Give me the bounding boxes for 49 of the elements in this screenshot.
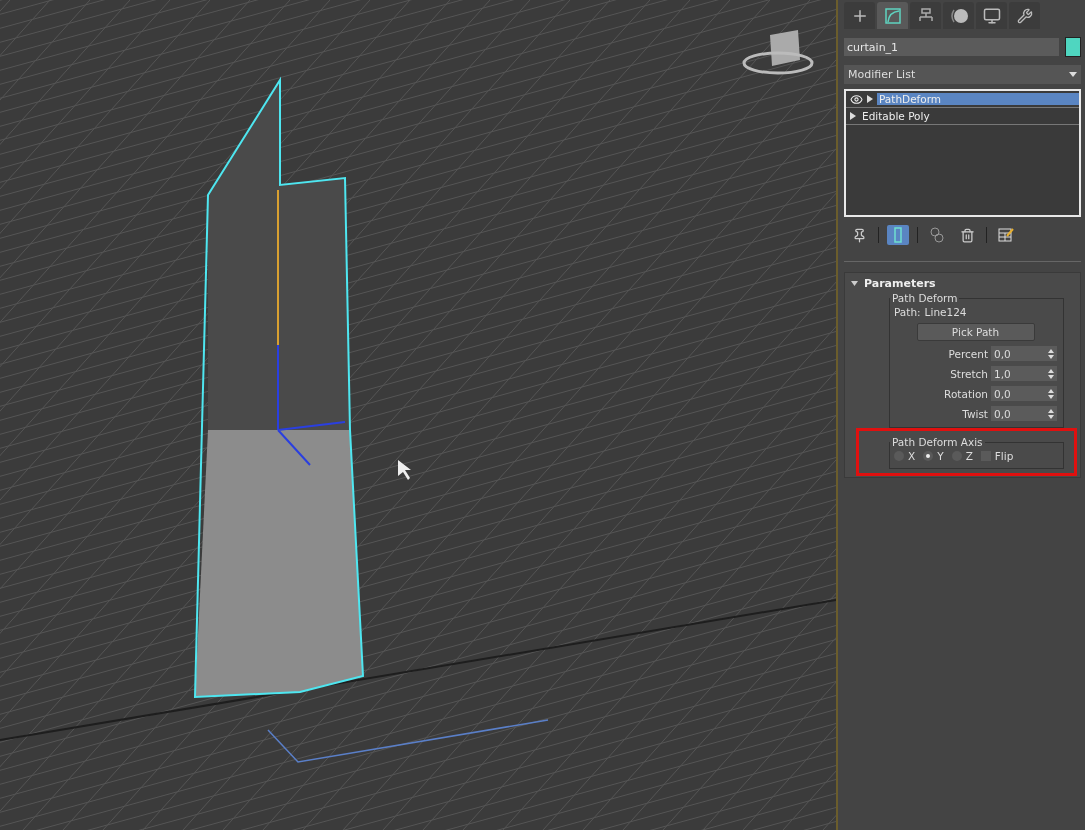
group-title: Path Deform Axis: [891, 436, 984, 448]
color-swatch[interactable]: [1065, 37, 1081, 57]
stack-item[interactable]: PathDeform: [877, 93, 1079, 105]
panel-tab[interactable]: [943, 2, 974, 29]
radio-button[interactable]: [923, 451, 934, 461]
axis-radio[interactable]: X: [894, 450, 916, 462]
panel-tab[interactable]: [976, 2, 1007, 29]
trash-icon: [959, 227, 975, 243]
axis-radio[interactable]: Y: [923, 450, 944, 462]
panel-tab[interactable]: [910, 2, 941, 29]
rollout-title[interactable]: Parameters: [864, 277, 936, 290]
panel-tab[interactable]: [1009, 2, 1040, 29]
collapse-arrow-icon[interactable]: [851, 280, 858, 287]
expand-arrow-icon[interactable]: [850, 112, 856, 120]
path-label: Path:: [894, 306, 921, 318]
path-value: Line124: [924, 306, 967, 318]
spinner-label: Twist: [962, 407, 988, 420]
sphere-icon: [948, 6, 969, 25]
spinner-arrows-icon[interactable]: [1048, 408, 1054, 419]
name-field[interactable]: curtain_1: [844, 38, 1059, 56]
spinner-arrows-icon[interactable]: [1048, 368, 1054, 379]
spinner-label: Percent: [948, 347, 988, 360]
wrench-icon: [1016, 7, 1033, 24]
caret-icon: [1069, 71, 1077, 78]
spinner-field[interactable]: 0,0: [991, 406, 1057, 421]
stack-tool-button[interactable]: [995, 225, 1017, 245]
pick-path-button[interactable]: Pick Path: [916, 323, 1035, 341]
stack-item[interactable]: Editable Poly: [860, 110, 1079, 122]
eye-icon[interactable]: [850, 92, 863, 106]
monitor-icon: [982, 6, 1001, 25]
curve-icon: [883, 6, 902, 25]
spinner-arrows-icon[interactable]: [1048, 388, 1054, 399]
spinner-field[interactable]: 0,0: [991, 386, 1057, 401]
spinner-arrows-icon[interactable]: [1048, 348, 1054, 359]
flip-checkbox[interactable]: Flip: [980, 450, 1014, 462]
spheres-icon: [929, 227, 945, 243]
pin-icon: [851, 227, 867, 243]
axis-radio[interactable]: Z: [951, 450, 973, 462]
spinner-field[interactable]: 1,0: [991, 366, 1057, 381]
panel-tab[interactable]: [877, 2, 908, 29]
spinner-label: Rotation: [944, 387, 988, 400]
spinner-label: Stretch: [950, 367, 988, 380]
modifier-dropdown[interactable]: Modifier List: [844, 65, 1081, 84]
group-title: Path Deform: [891, 292, 959, 304]
spinner-field[interactable]: 0,0: [991, 346, 1057, 361]
grid-pencil-icon: [998, 227, 1014, 243]
expand-arrow-icon[interactable]: [867, 95, 873, 103]
bar-icon: [894, 227, 902, 243]
panel-tab[interactable]: [844, 2, 875, 29]
